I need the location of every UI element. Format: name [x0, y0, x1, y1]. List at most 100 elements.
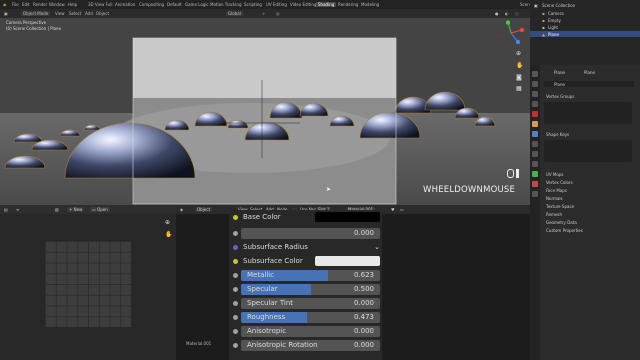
tab-default[interactable]: Default — [165, 2, 184, 7]
render-tab-icon[interactable] — [532, 81, 538, 87]
section-remesh[interactable]: Remesh — [546, 212, 562, 217]
section-geometry-data[interactable]: Geometry Data — [546, 220, 577, 225]
menu-help[interactable]: Help — [68, 2, 77, 7]
shading-solid-icon[interactable]: ● — [495, 11, 499, 16]
tab-compositing[interactable]: Compositing — [137, 2, 166, 7]
blender-logo-icon[interactable]: ◉ — [3, 2, 7, 7]
chevron-down-icon[interactable]: ⌄ — [374, 243, 380, 251]
mode-dropdown[interactable]: Object Mode — [21, 11, 51, 16]
principled-bsdf-node[interactable]: Base Color Subsurface Radius ⌄ Subsurfac… — [229, 210, 382, 360]
object-tab-icon[interactable] — [532, 121, 538, 127]
vertex-groups-list[interactable] — [544, 102, 632, 124]
section-texture-space[interactable]: Texture Space — [546, 204, 574, 209]
viewport-menu-object[interactable]: Object — [96, 11, 109, 16]
object-name-crumb[interactable]: Plane — [554, 70, 565, 75]
anisotropic-rotation-slider[interactable]: Anisotropic Rotation 0.000 — [233, 340, 380, 351]
tab-game-logic[interactable]: Game Logic — [183, 2, 211, 7]
3d-viewport[interactable]: Camera Perspective (0) Scene Collection … — [0, 18, 530, 205]
properties-editor[interactable]: Plane Plane Plane Vertex Groups Shape Ke… — [530, 65, 640, 360]
uv-grid[interactable] — [45, 241, 131, 327]
specular-tint-socket[interactable] — [233, 301, 238, 306]
new-material-icon[interactable]: ▭ — [400, 207, 404, 212]
data-tab-icon[interactable] — [532, 171, 538, 177]
menu-edit[interactable]: Edit — [22, 2, 30, 7]
image-editor-type-icon[interactable]: ▤ — [4, 207, 8, 212]
tab-video-editing[interactable]: Video Editing — [288, 2, 318, 7]
tab-motion-tracking[interactable]: Motion Tracking — [208, 2, 243, 7]
menu-render[interactable]: Render — [33, 2, 47, 7]
section-uv-maps[interactable]: UV Maps — [546, 172, 563, 177]
tab-modeling[interactable]: Modeling — [359, 2, 381, 7]
world-tab-icon[interactable] — [532, 111, 538, 117]
section-vertex-colors[interactable]: Vertex Colors — [546, 180, 573, 185]
shape-keys-header[interactable]: Shape Keys — [546, 132, 569, 137]
tab-scripting[interactable]: Scripting — [242, 2, 264, 7]
roughness-socket[interactable] — [233, 315, 238, 320]
perspective-toggle-icon[interactable]: ▦ — [516, 85, 522, 92]
constraints-tab-icon[interactable] — [532, 161, 538, 167]
viewport-menu-view[interactable]: View — [55, 11, 65, 16]
editor-type-icon[interactable]: ▣ — [4, 11, 8, 16]
section-custom-properties[interactable]: Custom Properties — [546, 228, 583, 233]
mesh-name-field[interactable]: Plane — [544, 81, 634, 87]
anisotropic-slider[interactable]: Anisotropic 0.000 — [233, 326, 380, 337]
node-row-subsurface-radius[interactable]: Subsurface Radius ⌄ — [233, 242, 380, 253]
output-tab-icon[interactable] — [532, 91, 538, 97]
image-editor[interactable]: ▤ ≡ ▧ + New ▭ Open ⊕ ✋ — [0, 205, 176, 360]
subsurface-color-socket[interactable] — [233, 259, 238, 264]
subsurface-color-swatch[interactable] — [315, 256, 380, 266]
outliner-item-plane[interactable]: Plane — [548, 32, 559, 37]
orientation-dropdown[interactable]: Global — [226, 11, 243, 16]
specular-tint-slider[interactable]: Specular Tint 0.000 — [233, 298, 380, 309]
shader-mode-dropdown[interactable]: Object — [195, 207, 213, 212]
shading-material-icon[interactable]: ◐ — [505, 11, 509, 16]
outliner-item-light[interactable]: Light — [548, 25, 558, 30]
particles-tab-icon[interactable] — [532, 141, 538, 147]
snap-icon[interactable]: ⊹ — [262, 11, 265, 16]
uv-pan-hand-icon[interactable]: ✋ — [165, 231, 172, 238]
zoom-icon[interactable]: ⊕ — [516, 50, 521, 57]
metallic-socket[interactable] — [233, 273, 238, 278]
tab-uv-editing[interactable]: UV Editing — [264, 2, 289, 7]
specular-socket[interactable] — [233, 287, 238, 292]
scene-tab-icon[interactable] — [532, 101, 538, 107]
texture-tab-icon[interactable] — [532, 191, 538, 197]
viewport-menu-select[interactable]: Select — [69, 11, 81, 16]
material-tab-icon[interactable] — [532, 181, 538, 187]
section-normals[interactable]: Normals — [546, 196, 563, 201]
image-browse-icon[interactable]: ▧ — [55, 207, 59, 212]
navigation-gizmo[interactable] — [496, 20, 526, 46]
outliner-root[interactable]: Scene Collection — [542, 3, 575, 8]
shading-rendered-icon[interactable]: ○ — [515, 11, 519, 16]
base-color-socket[interactable] — [233, 215, 238, 220]
anisotropic-rotation-socket[interactable] — [233, 343, 238, 348]
viewport-menu-add[interactable]: Add — [85, 11, 93, 16]
proportional-edit-icon[interactable]: ◎ — [276, 11, 280, 16]
node-row-subsurface[interactable]: 0.000 — [233, 228, 380, 239]
shape-keys-list[interactable] — [544, 140, 632, 162]
menu-window[interactable]: Window — [49, 2, 65, 7]
tab-shading[interactable]: Shading — [316, 2, 337, 7]
node-row-subsurface-color[interactable]: Subsurface Color — [233, 256, 380, 267]
tab-animation[interactable]: Animation — [113, 2, 137, 7]
shader-editor-type-icon[interactable]: ◈ — [180, 207, 183, 212]
camera-view-icon[interactable]: ◙ — [516, 74, 522, 81]
fake-user-icon[interactable]: ♥ — [391, 207, 395, 212]
outliner-item-camera[interactable]: Camera — [548, 11, 564, 16]
open-image-button[interactable]: ▭ Open — [90, 206, 110, 212]
uv-zoom-icon[interactable]: ⊕ — [165, 219, 170, 226]
outliner[interactable]: ▣ Scene Collection ▪ Camera ▪ Empty ▪ Li… — [530, 0, 640, 65]
subsurface-radius-socket[interactable] — [233, 245, 238, 250]
subsurface-socket[interactable] — [233, 231, 238, 236]
anisotropic-socket[interactable] — [233, 329, 238, 334]
view-menu-icon[interactable]: ≡ — [16, 207, 19, 212]
tab-3d-view-full[interactable]: 3D View Full — [86, 2, 115, 7]
base-color-swatch[interactable] — [315, 212, 380, 222]
modifier-tab-icon[interactable] — [532, 131, 538, 137]
roughness-slider[interactable]: Roughness 0.473 — [233, 312, 380, 323]
physics-tab-icon[interactable] — [532, 151, 538, 157]
metallic-slider[interactable]: Metallic 0.623 — [233, 270, 380, 281]
node-row-base-color[interactable]: Base Color — [233, 212, 380, 223]
section-face-maps[interactable]: Face Maps — [546, 188, 567, 193]
tool-tab-icon[interactable] — [532, 71, 538, 77]
